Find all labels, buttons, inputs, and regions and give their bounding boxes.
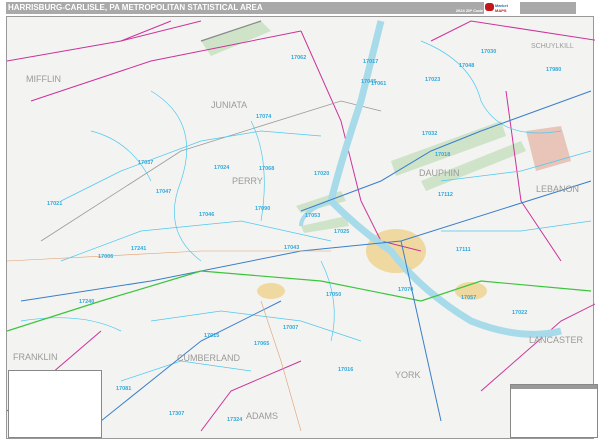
zip-label: 17048 [459, 63, 474, 69]
zip-index-table [8, 370, 102, 438]
zip-label: 17020 [314, 171, 329, 177]
zip-label: 17024 [214, 165, 230, 171]
zip-label: 17061 [371, 81, 386, 87]
zip-label: 17025 [334, 229, 349, 235]
zip-label: 17017 [363, 59, 378, 65]
zip-label: 17037 [138, 160, 153, 166]
zip-label: 17006 [98, 254, 113, 260]
county-label-schuylkill: SCHUYLKILL [531, 43, 574, 50]
zip-label: 17050 [326, 292, 341, 298]
county-label-york: YORK [395, 370, 421, 380]
county-label-dauphin: DAUPHIN [419, 168, 460, 178]
zip-label: 17980 [546, 67, 561, 73]
zip-label: 17307 [169, 411, 184, 417]
zip-label: 17022 [512, 310, 527, 316]
zip-label: 17018 [435, 152, 450, 158]
zip-label: 17046 [199, 212, 214, 218]
zip-label: 17068 [259, 166, 274, 172]
zip-label: 17324 [227, 417, 243, 423]
county-label-juniata: JUNIATA [211, 100, 247, 110]
zip-label: 17112 [438, 192, 453, 198]
map-title: HARRISBURG-CARLISLE, PA METROPOLITAN STA… [8, 3, 263, 12]
zip-label: 17111 [456, 247, 471, 253]
zip-label: 17021 [47, 201, 62, 207]
county-label-cumberland: CUMBERLAND [177, 353, 241, 363]
zip-label: 17016 [338, 367, 353, 373]
zip-label: 17043 [284, 245, 299, 251]
county-label-franklin: FRANKLIN [13, 352, 58, 362]
zip-label: 17241 [131, 246, 146, 252]
county-label-perry: PERRY [232, 176, 263, 186]
county-label-mifflin: MIFFLIN [26, 74, 61, 84]
zip-label: 17015 [204, 333, 219, 339]
zip-label: 17070 [398, 287, 413, 293]
zip-label: 17030 [481, 49, 496, 55]
zip-label: 17023 [425, 77, 440, 83]
zip-label: 17090 [255, 206, 270, 212]
market-maps-logo: Market MAPS [484, 2, 520, 14]
forest-areas [201, 21, 526, 233]
zip-label: 17240 [79, 299, 94, 305]
zip-label: 17074 [256, 114, 272, 120]
zip-label: 17062 [291, 55, 306, 61]
zip-label: 17057 [461, 295, 476, 301]
county-label-lebanon: LEBANON [536, 184, 579, 194]
county-labels: JUNIATA MIFFLIN SCHUYLKILL DAUPHIN PERRY… [13, 43, 584, 421]
legend-header [511, 385, 597, 389]
county-label-lancaster: LANCASTER [529, 335, 584, 345]
zip-label: 17081 [116, 386, 131, 392]
map-legend [510, 384, 598, 438]
zip-label: 17065 [254, 341, 269, 347]
zip-label: 17007 [283, 325, 298, 331]
zip-label: 17032 [422, 131, 437, 137]
county-label-adams: ADAMS [246, 411, 278, 421]
zip-label: 17047 [156, 189, 171, 195]
logo-icon [485, 3, 494, 11]
map-poster: HARRISBURG-CARLISLE, PA METROPOLITAN STA… [0, 0, 600, 439]
zip-label: 17053 [305, 213, 320, 219]
zip-labels: 17017 17030 17048 17980 17062 17045 1702… [47, 49, 561, 423]
logo-line2: MAPS [495, 8, 507, 13]
